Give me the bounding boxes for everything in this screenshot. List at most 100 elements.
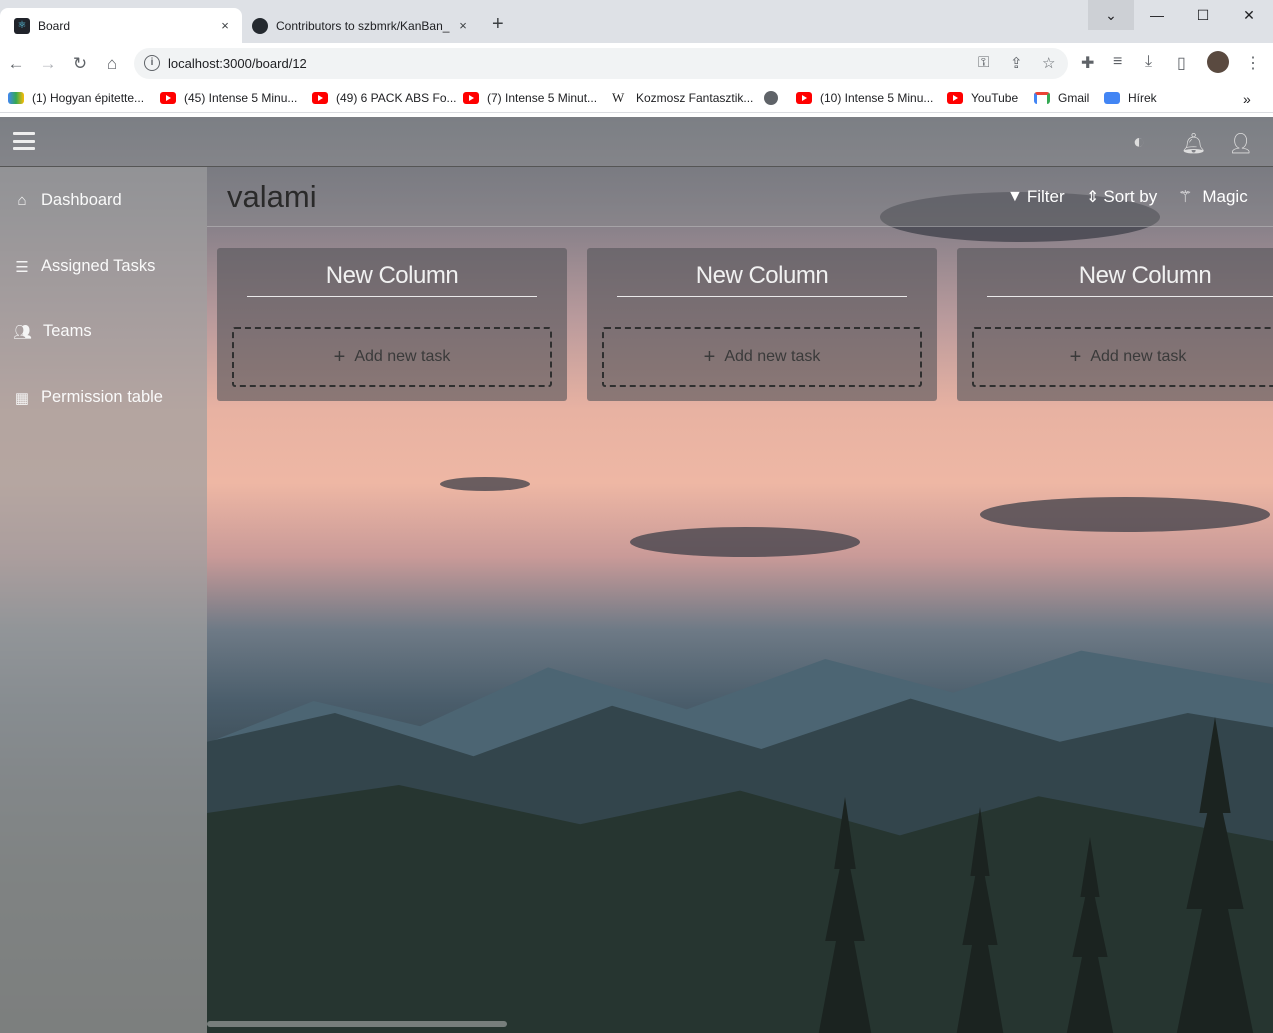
plus-icon: + bbox=[1069, 345, 1082, 368]
bookmark-item[interactable]: W Kozmosz Fantasztik... bbox=[612, 91, 753, 105]
sidebar-item-assigned-tasks[interactable]: ☰ Assigned Tasks bbox=[13, 257, 155, 276]
board-title: valami bbox=[227, 179, 317, 214]
sidebar-item-label: Teams bbox=[43, 322, 92, 340]
bell-icon[interactable]: 🔔︎ bbox=[1181, 131, 1206, 156]
profile-avatar[interactable] bbox=[1207, 51, 1229, 73]
github-icon bbox=[252, 17, 268, 34]
bookmark-item[interactable]: Hírek bbox=[1104, 91, 1157, 105]
column-title[interactable]: New Column bbox=[247, 262, 537, 297]
share-icon[interactable]: ⇪ bbox=[1010, 54, 1023, 72]
users-icon: 👥︎ bbox=[13, 323, 33, 341]
bookmark-label: (10) Intense 5 Minu... bbox=[820, 91, 934, 105]
hamburger-menu-icon[interactable] bbox=[13, 132, 35, 150]
filter-label: Filter bbox=[1026, 187, 1065, 206]
gmail-icon bbox=[1034, 92, 1050, 104]
add-task-button[interactable]: + Add new task bbox=[602, 327, 922, 387]
menu-icon[interactable]: ⋮ bbox=[1245, 53, 1261, 73]
filter-button[interactable]: ▼ Filter bbox=[1007, 187, 1065, 207]
theme-toggle-icon[interactable]: ◐ bbox=[1133, 131, 1145, 154]
react-icon: ⚛ bbox=[14, 17, 30, 34]
close-tab-icon[interactable]: × bbox=[216, 18, 234, 33]
background-cloud bbox=[630, 527, 860, 557]
magic-button[interactable]: ⚚ Magic bbox=[1178, 187, 1248, 207]
add-task-label: Add new task bbox=[354, 348, 451, 365]
bookmark-item[interactable]: (1) Hogyan épitette... bbox=[8, 91, 144, 105]
add-task-label: Add new task bbox=[724, 348, 821, 365]
sidebar-item-teams[interactable]: 👥︎ Teams bbox=[13, 322, 92, 341]
add-task-button[interactable]: + Add new task bbox=[232, 327, 552, 387]
extensions-icon[interactable]: ✚ bbox=[1081, 53, 1094, 73]
address-bar[interactable]: i localhost:3000/board/12 ⚿ ⇪ ☆ bbox=[134, 48, 1068, 79]
bookmark-item[interactable]: (7) Intense 5 Minut... bbox=[463, 91, 597, 105]
bookmark-item[interactable]: YouTube bbox=[947, 91, 1018, 105]
sidebar-item-dashboard[interactable]: ⌂ Dashboard bbox=[13, 191, 122, 210]
home-icon[interactable]: ⌂ bbox=[101, 53, 123, 75]
tab-search-icon[interactable]: ⌄ bbox=[1088, 0, 1134, 30]
filter-icon: ▼ bbox=[1007, 188, 1023, 205]
youtube-icon bbox=[796, 92, 812, 104]
board-column: New Column + Add new task bbox=[957, 248, 1273, 401]
bookmark-label: (45) Intense 5 Minu... bbox=[184, 91, 298, 105]
board-header: valami ▼ Filter ⇕ Sort by ⚚ Magic bbox=[207, 167, 1273, 227]
key-icon[interactable]: ⚿ bbox=[978, 54, 989, 71]
bookmark-item[interactable]: (49) 6 PACK ABS Fo... bbox=[312, 91, 457, 105]
tab-title: Contributors to szbmrk/KanBan_ bbox=[276, 18, 450, 33]
add-task-label: Add new task bbox=[1090, 348, 1187, 365]
bookmark-label: (1) Hogyan épitette... bbox=[32, 91, 145, 105]
youtube-icon bbox=[947, 92, 963, 104]
google-news-icon bbox=[1104, 92, 1120, 104]
sidebar-item-label: Permission table bbox=[41, 388, 163, 406]
magic-wand-icon: ⚚ bbox=[1178, 189, 1193, 206]
column-title[interactable]: New Column bbox=[617, 262, 907, 297]
youtube-icon bbox=[312, 92, 328, 104]
background-cloud bbox=[440, 477, 530, 491]
youtube-icon bbox=[463, 92, 479, 104]
sort-icon: ⇕ bbox=[1086, 189, 1100, 206]
magic-label: Magic bbox=[1202, 187, 1248, 206]
bookmark-item[interactable]: (45) Intense 5 Minu... bbox=[160, 91, 297, 105]
multicolor-icon bbox=[8, 92, 24, 104]
maximize-button[interactable]: ☐ bbox=[1180, 0, 1226, 30]
tab-contributors[interactable]: Contributors to szbmrk/KanBan_ × bbox=[244, 8, 480, 43]
column-title[interactable]: New Column bbox=[987, 262, 1273, 297]
sidebar: ⌂ Dashboard ☰ Assigned Tasks 👥︎ Teams ▦ … bbox=[0, 167, 207, 1033]
bookmark-label: YouTube bbox=[971, 91, 1019, 105]
add-task-button[interactable]: + Add new task bbox=[972, 327, 1273, 387]
star-icon[interactable]: ☆ bbox=[1042, 54, 1055, 72]
back-icon[interactable]: ← bbox=[5, 53, 27, 75]
forward-icon[interactable]: → bbox=[37, 53, 59, 75]
globe-icon bbox=[764, 91, 778, 105]
sidebar-item-label: Assigned Tasks bbox=[41, 257, 156, 275]
table-icon: ▦ bbox=[14, 389, 30, 407]
new-tab-button[interactable]: + bbox=[492, 14, 504, 34]
bookmark-item[interactable] bbox=[764, 91, 786, 105]
media-icon[interactable]: ≡ bbox=[1113, 53, 1122, 71]
app-top-bar: ◐ 🔔︎ 👤︎ bbox=[0, 117, 1273, 167]
close-window-button[interactable]: ✕ bbox=[1226, 0, 1272, 30]
board-column: New Column + Add new task bbox=[587, 248, 937, 401]
background-cloud bbox=[980, 497, 1270, 532]
task-list-icon: ☰ bbox=[15, 258, 29, 276]
reload-icon[interactable]: ↻ bbox=[69, 53, 91, 75]
bookmark-item[interactable]: Gmail bbox=[1034, 91, 1089, 105]
side-panel-icon[interactable]: ▯ bbox=[1177, 53, 1186, 73]
tab-title: Board bbox=[38, 18, 71, 33]
browser-toolbar: ← → ↻ ⌂ i localhost:3000/board/12 ⚿ ⇪ ☆ … bbox=[0, 43, 1273, 85]
plus-icon: + bbox=[333, 345, 346, 368]
sidebar-item-permission-table[interactable]: ▦ Permission table bbox=[13, 388, 163, 407]
bookmark-label: Kozmosz Fantasztik... bbox=[636, 91, 754, 105]
horizontal-scrollbar[interactable] bbox=[207, 1021, 507, 1027]
minimize-button[interactable]: — bbox=[1134, 0, 1180, 30]
bookmark-label: Gmail bbox=[1058, 91, 1090, 105]
close-tab-icon[interactable]: × bbox=[454, 18, 472, 33]
tab-board[interactable]: ⚛ Board × bbox=[0, 8, 242, 43]
bookmark-label: (7) Intense 5 Minut... bbox=[487, 91, 598, 105]
home-icon: ⌂ bbox=[17, 192, 27, 209]
sidebar-item-label: Dashboard bbox=[41, 191, 122, 209]
sort-button[interactable]: ⇕ Sort by bbox=[1086, 187, 1157, 207]
bookmarks-overflow-button[interactable]: » bbox=[1243, 91, 1251, 107]
user-icon[interactable]: 👤︎ bbox=[1228, 131, 1253, 156]
site-info-icon[interactable]: i bbox=[144, 55, 160, 71]
download-icon[interactable]: ⤓ bbox=[1145, 53, 1152, 71]
bookmark-item[interactable]: (10) Intense 5 Minu... bbox=[796, 91, 933, 105]
